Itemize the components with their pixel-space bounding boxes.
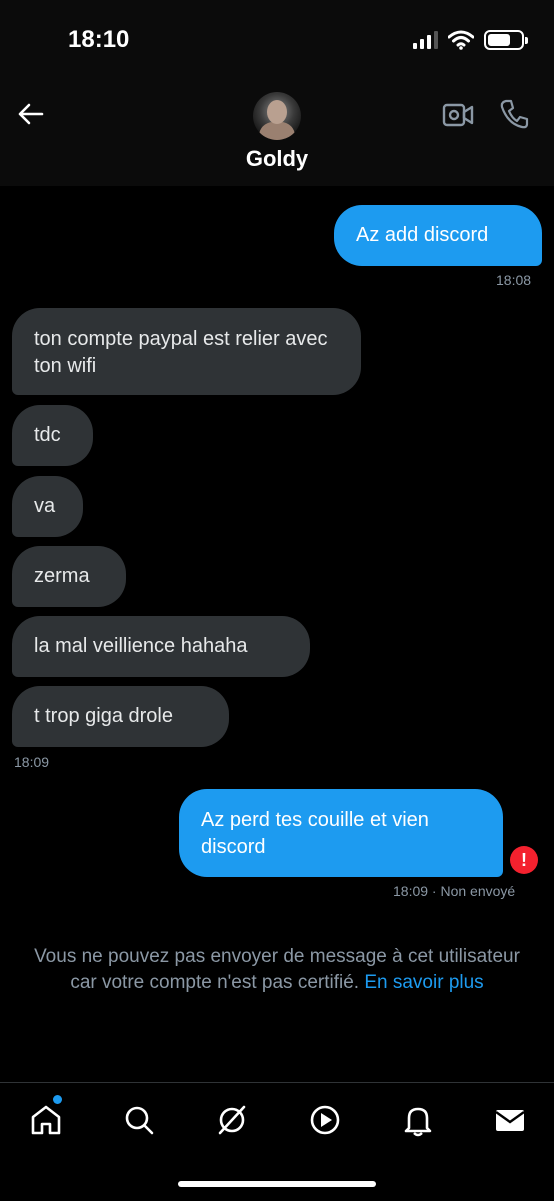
video-camera-icon[interactable] [442,100,474,130]
message-text: ton compte paypal est relier avec ton wi… [34,328,328,377]
learn-more-link[interactable]: En savoir plus [364,972,483,993]
signal-icon [413,31,438,49]
phone-icon[interactable] [498,98,530,130]
message-bubble-incoming[interactable]: ton compte paypal est relier avec ton wi… [12,308,361,395]
home-indicator[interactable] [178,1181,376,1187]
conversation-header: Goldy [0,80,554,186]
avatar-body [259,122,295,140]
notification-dot [53,1095,62,1104]
avatar-face [267,100,287,124]
message-bubble-outgoing-failed[interactable]: Az perd tes couille et vien discord [179,789,503,877]
message-text: va [34,495,56,517]
message-bubble-incoming[interactable]: zerma [12,546,126,607]
not-verified-notice: Vous ne pouvez pas envoyer de message à … [24,944,530,996]
contact-name[interactable]: Goldy [0,146,554,172]
mail-icon[interactable] [493,1103,527,1137]
message-bubble-incoming[interactable]: la mal veillience hahaha [12,616,310,677]
message-bubble-outgoing[interactable]: Az add discord [334,205,542,266]
bell-icon[interactable] [401,1103,435,1137]
message-text: Az perd tes couille et vien discord [201,809,429,858]
grok-icon[interactable] [215,1103,249,1137]
message-text: la mal veillience hahaha [34,635,248,657]
status-bar: 18:10 [0,0,554,80]
status-icons [413,30,528,50]
search-icon[interactable] [122,1103,156,1137]
message-text: Az add discord [356,224,489,246]
arrow-left-icon[interactable] [14,98,46,130]
message-bubble-incoming[interactable]: t trop giga drole [12,686,229,747]
avatar[interactable] [253,92,301,140]
wifi-icon [448,30,474,50]
battery-icon [484,30,528,50]
message-bubble-incoming[interactable]: tdc [12,405,93,466]
message-timestamp: 18:09 [14,754,50,770]
message-text: tdc [34,424,61,446]
play-icon[interactable] [308,1103,342,1137]
message-text: zerma [34,565,90,587]
message-text: t trop giga drole [34,705,173,727]
battery-level [488,34,510,46]
exclamation-icon[interactable]: ! [510,846,538,874]
message-timestamp: 18:08 [496,272,532,288]
home-icon[interactable] [29,1103,63,1137]
message-bubble-incoming[interactable]: va [12,476,83,537]
status-time: 18:10 [68,26,130,53]
message-status: 18:09 · Non envoyé [393,883,516,899]
